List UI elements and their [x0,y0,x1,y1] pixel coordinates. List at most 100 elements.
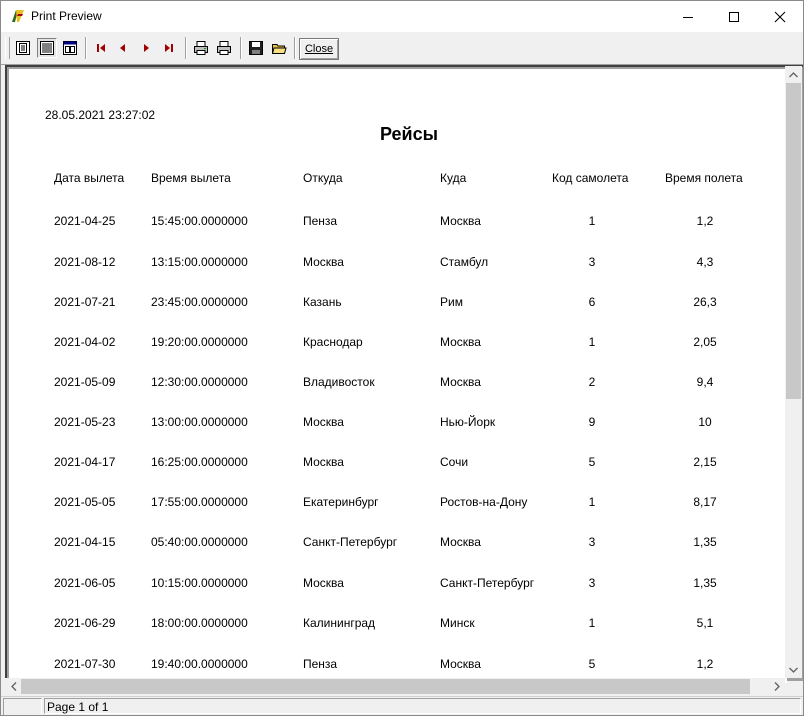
whole-page-icon [16,41,30,55]
close-preview-button[interactable]: Close [299,38,339,60]
table-cell: 2021-08-12 [54,255,116,269]
first-page-button[interactable] [91,38,111,58]
table-cell: Казань [303,295,342,309]
table-cell: 18:00:00.0000000 [151,616,248,630]
print-setup-button[interactable] [191,38,211,58]
open-button[interactable] [269,38,289,58]
horizontal-scrollbar[interactable] [5,678,785,695]
table-cell: 1 [588,214,596,228]
table-cell: 15:45:00.0000000 [151,214,248,228]
last-page-button[interactable] [159,38,179,58]
chevron-up-icon [789,71,798,77]
table-cell: Москва [440,375,481,389]
save-button[interactable] [246,38,266,58]
print-button[interactable] [214,38,234,58]
table-cell: Санкт-Петербург [303,535,398,549]
table-cell: 5 [588,455,596,469]
toolbar-separator [85,37,87,59]
table-cell: 1 [588,495,596,509]
table-cell: 1,35 [693,535,717,549]
open-folder-icon [271,44,287,54]
column-header: Откуда [303,171,343,185]
close-icon [774,11,786,22]
preview-area: 28.05.2021 23:27:02 Рейсы Дата вылета Вре… [5,65,803,683]
print-preview-window: Print Preview Close 28.05.2021 23:27:02 … [0,0,804,716]
maximize-icon [729,11,739,22]
scroll-right-arrow[interactable] [768,678,785,695]
vertical-scroll-thumb[interactable] [786,83,801,399]
toolbar-separator [240,37,242,59]
table-cell: 3 [588,576,596,590]
table-cell: Москва [303,255,344,269]
table-cell: 2021-04-25 [54,214,116,228]
table-cell: 16:25:00.0000000 [151,455,248,469]
table-cell: Краснодар [303,335,363,349]
maximize-button[interactable] [711,1,757,32]
table-cell: Екатеринбург [303,495,379,509]
table-cell: 12:30:00.0000000 [151,375,248,389]
next-page-button[interactable] [136,38,156,58]
table-cell: 2021-05-05 [54,495,116,509]
window-title: Print Preview [31,9,102,23]
status-panel [3,698,42,715]
table-cell: 3 [588,255,596,269]
chevron-right-icon [774,682,780,691]
table-cell: Пенза [303,657,338,671]
table-cell: Калининград [303,616,376,630]
page-width-button[interactable] [37,38,57,58]
table-cell: 5,1 [696,616,714,630]
table-cell: Санкт-Петербург [440,576,535,590]
table-cell: 10 [698,415,712,429]
table-cell: 2021-06-29 [54,616,116,630]
table-cell: Ростов-на-Дону [440,495,528,509]
table-cell: Москва [303,455,344,469]
window-close-button[interactable] [757,1,803,32]
next-page-icon [144,44,149,52]
table-cell: 2,15 [693,455,717,469]
column-header: Куда [440,171,467,185]
previous-page-button[interactable] [113,38,133,58]
vertical-scrollbar[interactable] [785,66,802,678]
table-cell: 13:00:00.0000000 [151,415,248,429]
report-page: 28.05.2021 23:27:02 Рейсы Дата вылета Вре… [9,69,787,683]
status-bar: Page 1 of 1 [1,696,803,715]
column-header: Код самолета [552,171,629,185]
minimize-button[interactable] [665,1,711,32]
app-icon [10,8,26,24]
page-width-icon [40,41,54,55]
multiple-pages-button[interactable] [60,38,80,58]
table-cell: Пенза [303,214,338,228]
table-cell: 05:40:00.0000000 [151,535,248,549]
printer-icon [217,41,231,55]
horizontal-scroll-thumb[interactable] [21,679,750,694]
table-cell: 17:55:00.0000000 [151,495,248,509]
table-cell: 5 [588,657,596,671]
scroll-left-arrow[interactable] [5,678,22,695]
table-cell: Сочи [440,455,469,469]
scroll-down-arrow[interactable] [785,661,802,678]
table-cell: 2021-06-05 [54,576,116,590]
table-cell: Рим [440,295,463,309]
title-bar: Print Preview [1,1,803,32]
table-cell: 9,4 [696,375,714,389]
table-cell: 2021-05-09 [54,375,116,389]
table-cell: 6 [588,295,596,309]
table-cell: 1,2 [696,214,714,228]
table-cell: Москва [440,335,481,349]
table-cell: Владивосток [303,375,375,389]
table-cell: 2021-04-15 [54,535,116,549]
whole-page-button[interactable] [13,38,33,58]
table-cell: 26,3 [693,295,717,309]
save-icon [249,41,263,55]
table-cell: Стамбул [440,255,489,269]
table-cell: 1,2 [696,657,714,671]
column-header: Дата вылета [54,171,125,185]
toolbar-separator [185,37,187,59]
table-cell: 2021-04-02 [54,335,116,349]
chevron-down-icon [789,667,798,673]
table-cell: 4,3 [696,255,714,269]
table-cell: 1,35 [693,576,717,590]
scroll-up-arrow[interactable] [785,66,802,83]
previous-page-icon [120,44,125,52]
table-cell: 19:20:00.0000000 [151,335,248,349]
